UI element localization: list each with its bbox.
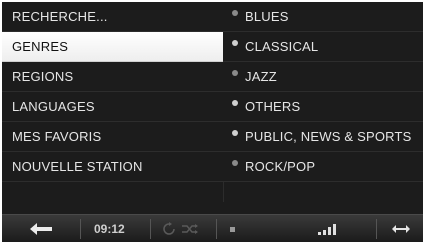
signal-indicator <box>314 215 340 242</box>
back-button[interactable] <box>2 215 80 242</box>
status-separator <box>376 219 377 239</box>
genre-list: BLUES CLASSICAL JAZZ OTHERS PUBLIC, NEWS… <box>223 2 423 182</box>
expand-arrows-icon <box>392 225 410 233</box>
screen: RECHERCHE... GENRES REGIONS LANGUAGES ME… <box>0 0 426 246</box>
genre-item-label: PUBLIC, NEWS & SPORTS <box>245 129 412 144</box>
menu-item-label: REGIONS <box>12 69 74 84</box>
genre-item-others[interactable]: OTHERS <box>223 92 423 122</box>
repeat-button[interactable] <box>160 215 178 242</box>
genre-item-label: OTHERS <box>245 99 301 114</box>
menu-item-nouvelle-station[interactable]: NOUVELLE STATION <box>2 152 223 182</box>
menu-item-label: MES FAVORIS <box>12 129 102 144</box>
stop-button[interactable] <box>226 215 238 242</box>
shuffle-button[interactable] <box>180 215 200 242</box>
status-separator <box>216 219 217 239</box>
menu-item-genres[interactable]: GENRES <box>2 32 223 62</box>
genre-item-blues[interactable]: BLUES <box>223 2 423 32</box>
bullet-icon <box>232 9 238 16</box>
back-arrow-icon <box>30 223 52 235</box>
status-bar: 09:12 <box>2 214 423 242</box>
bullet-icon <box>232 159 238 166</box>
category-menu: RECHERCHE... GENRES REGIONS LANGUAGES ME… <box>2 2 223 182</box>
bullet-icon <box>232 99 238 106</box>
signal-strength-icon <box>318 223 336 235</box>
genre-item-public-news-sports[interactable]: PUBLIC, NEWS & SPORTS <box>223 122 423 152</box>
genre-item-classical[interactable]: CLASSICAL <box>223 32 423 62</box>
repeat-icon <box>163 222 175 235</box>
menu-item-label: RECHERCHE... <box>12 9 108 24</box>
genre-item-label: CLASSICAL <box>245 39 319 54</box>
bullet-icon <box>232 69 238 76</box>
status-separator <box>80 219 81 239</box>
genre-item-label: ROCK/POP <box>245 159 316 174</box>
genre-item-rock-pop[interactable]: ROCK/POP <box>223 152 423 182</box>
bullet-icon <box>232 129 238 136</box>
radio-browser-panel: RECHERCHE... GENRES REGIONS LANGUAGES ME… <box>2 2 423 242</box>
clock: 09:12 <box>94 222 125 236</box>
expand-button[interactable] <box>386 215 416 242</box>
menu-item-regions[interactable]: REGIONS <box>2 62 223 92</box>
menu-item-label: LANGUAGES <box>12 99 95 114</box>
status-separator <box>150 219 151 239</box>
genre-item-label: BLUES <box>245 9 289 24</box>
menu-item-label: GENRES <box>12 39 69 54</box>
bullet-icon <box>232 39 238 46</box>
menu-item-mes-favoris[interactable]: MES FAVORIS <box>2 122 223 152</box>
genre-item-jazz[interactable]: JAZZ <box>223 62 423 92</box>
menu-item-languages[interactable]: LANGUAGES <box>2 92 223 122</box>
genre-item-label: JAZZ <box>245 69 277 84</box>
shuffle-icon <box>182 224 198 234</box>
menu-item-recherche[interactable]: RECHERCHE... <box>2 2 223 32</box>
menu-item-label: NOUVELLE STATION <box>12 159 143 174</box>
stop-icon <box>229 226 235 232</box>
